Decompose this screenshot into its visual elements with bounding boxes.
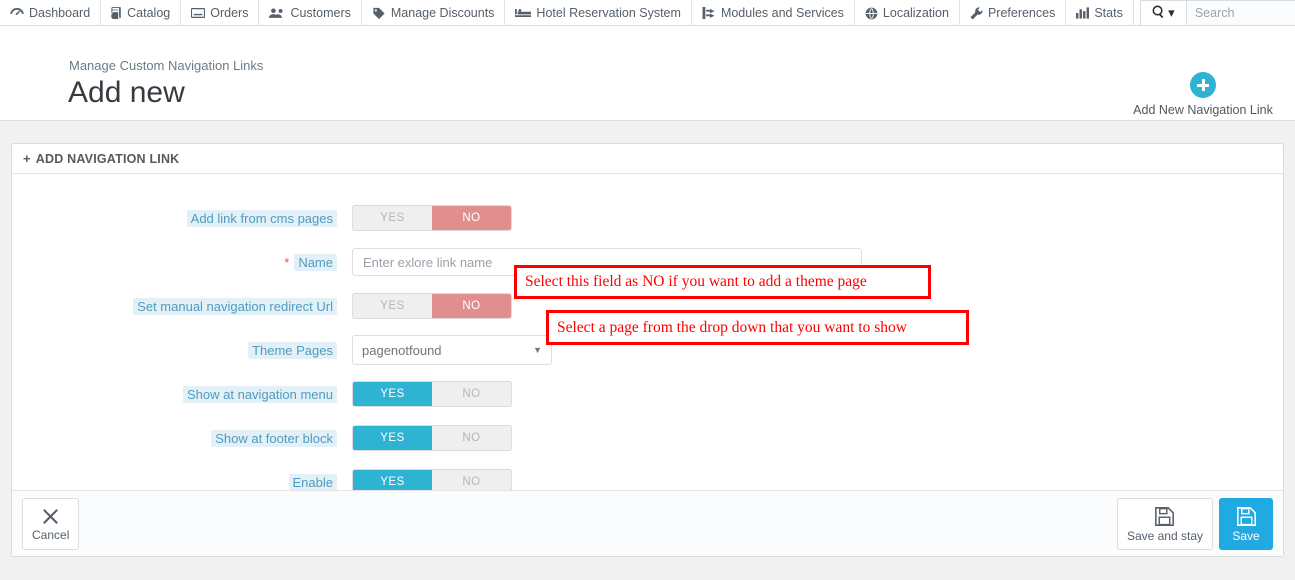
tag-icon (372, 7, 386, 20)
bed-icon (515, 8, 532, 19)
save-button-label: Save (1232, 528, 1260, 543)
theme-pages-select[interactable]: pagenotfound ▼ (352, 335, 552, 365)
toggle-add-link-from-cms-pages[interactable]: YES NO (352, 205, 512, 231)
nav-item-label: Preferences (987, 6, 1056, 20)
nav-item-label: Localization (882, 6, 949, 20)
field-label-text: Name (294, 253, 337, 271)
annotation-theme-page-note: Select this field as NO if you want to a… (514, 265, 931, 299)
cancel-button[interactable]: Cancel (22, 497, 80, 550)
field-label: * Name (12, 253, 337, 271)
panel-footer: Cancel Save and stay Save (12, 490, 1283, 556)
wrench-icon (970, 6, 983, 20)
field-control: YES NO (337, 381, 512, 407)
annotation-dropdown-note: Select a page from the drop down that yo… (546, 310, 969, 345)
field-label: Theme Pages (12, 341, 337, 359)
toggle-show-at-footer-block[interactable]: YES NO (352, 425, 512, 451)
form-row-show-at-navigation-menu: Show at navigation menu YES NO (12, 372, 1283, 416)
field-control: YES NO (337, 293, 512, 319)
nav-item-orders[interactable]: Orders (181, 0, 260, 26)
panel-plus-icon: + (23, 151, 31, 166)
field-label-text: Enable (288, 473, 337, 491)
nav-item-localization[interactable]: Localization (855, 0, 960, 26)
nav-item-label: Orders (210, 6, 249, 20)
toggle-no-option[interactable]: NO (432, 294, 511, 318)
toggle-yes-option[interactable]: YES (353, 426, 432, 450)
plug-icon (702, 7, 716, 19)
close-icon (42, 508, 59, 525)
dashboard-icon (10, 7, 24, 19)
field-label-text: Show at footer block (211, 429, 337, 447)
save-and-stay-label: Save and stay (1126, 528, 1203, 543)
toggle-no-option[interactable]: NO (432, 206, 511, 230)
nav-item-manage-discounts[interactable]: Manage Discounts (362, 0, 506, 26)
field-label-text: Set manual navigation redirect Url (133, 297, 337, 315)
toggle-no-option[interactable]: NO (432, 382, 511, 406)
nav-item-dashboard[interactable]: Dashboard (0, 0, 102, 26)
page-header: Manage Custom Navigation Links Add new A… (0, 26, 1295, 121)
panel-title: ADD NAVIGATION LINK (35, 151, 180, 166)
chevron-down-icon: ▼ (533, 345, 542, 355)
field-control: YES NO (337, 425, 512, 451)
search-icon (1152, 5, 1165, 21)
required-marker: * (284, 254, 290, 270)
customers-icon (269, 7, 285, 19)
nav-item-label: Stats (1094, 6, 1123, 20)
nav-item-label: Manage Discounts (390, 6, 495, 20)
panel-header: + ADD NAVIGATION LINK (12, 144, 1283, 174)
nav-item-catalog[interactable]: Catalog (101, 0, 182, 26)
field-label-text: Show at navigation menu (183, 385, 337, 403)
nav-item-label: Dashboard (29, 6, 91, 20)
search-group: ▾ (1139, 0, 1295, 26)
plus-circle-icon (1190, 72, 1216, 98)
nav-item-modules-and-services[interactable]: Modules and Services (692, 0, 855, 26)
toggle-no-option[interactable]: NO (432, 426, 511, 450)
field-label: Show at navigation menu (12, 385, 337, 403)
nav-item-label: Catalog (127, 6, 171, 20)
footer-actions: Save and stay Save (1116, 497, 1273, 550)
nav-item-customers[interactable]: Customers (259, 0, 362, 26)
book-icon (111, 7, 122, 19)
search-input[interactable] (1185, 0, 1295, 26)
toggle-show-at-navigation-menu[interactable]: YES NO (352, 381, 512, 407)
nav-item-label: Hotel Reservation System (536, 6, 681, 20)
field-label: Show at footer block (12, 429, 337, 447)
top-navigation-bar: Dashboard Catalog Orders Customers Manag… (0, 0, 1295, 26)
page-title: Add new (68, 76, 185, 109)
cancel-button-label: Cancel (32, 527, 70, 542)
field-label: Add link from cms pages (12, 209, 337, 227)
floppy-disk-icon (1155, 506, 1175, 526)
field-label-text: Theme Pages (248, 341, 337, 359)
breadcrumb: Manage Custom Navigation Links (69, 58, 264, 73)
nav-item-label: Modules and Services (720, 6, 844, 20)
nav-item-label: Customers (290, 6, 351, 20)
floppy-disk-icon (1236, 506, 1256, 526)
add-new-navigation-link-button[interactable]: Add New Navigation Link (1123, 72, 1283, 117)
globe-icon (865, 7, 878, 20)
nav-item-hotel-reservation-system[interactable]: Hotel Reservation System (505, 0, 692, 26)
theme-pages-selected-value: pagenotfound (362, 342, 442, 358)
bar-chart-icon (1076, 7, 1090, 19)
search-scope-dropdown-button[interactable]: ▾ (1139, 0, 1186, 26)
toggle-yes-option[interactable]: YES (353, 206, 432, 230)
save-and-stay-button[interactable]: Save and stay (1116, 497, 1213, 550)
toggle-yes-option[interactable]: YES (353, 382, 432, 406)
orders-icon (191, 7, 206, 19)
add-navigation-link-panel: + ADD NAVIGATION LINK Add link from cms … (11, 143, 1284, 557)
nav-item-preferences[interactable]: Preferences (960, 0, 1067, 26)
toggle-set-manual-navigation-redirect-url[interactable]: YES NO (352, 293, 512, 319)
form-row-add-link-from-cms-pages: Add link from cms pages YES NO (12, 196, 1283, 240)
chevron-down-icon: ▾ (1168, 5, 1175, 20)
field-label-text: Add link from cms pages (186, 209, 337, 227)
form-row-show-at-footer-block: Show at footer block YES NO (12, 416, 1283, 460)
field-control: pagenotfound ▼ (337, 335, 552, 365)
field-label: Set manual navigation redirect Url (12, 297, 337, 315)
save-button[interactable]: Save (1219, 497, 1273, 550)
nav-item-stats[interactable]: Stats (1066, 0, 1134, 26)
content-area: + ADD NAVIGATION LINK Add link from cms … (0, 121, 1295, 580)
toggle-yes-option[interactable]: YES (353, 294, 432, 318)
field-label: Enable (12, 473, 337, 491)
field-control: YES NO (337, 205, 512, 231)
add-new-navigation-link-label: Add New Navigation Link (1133, 103, 1273, 117)
